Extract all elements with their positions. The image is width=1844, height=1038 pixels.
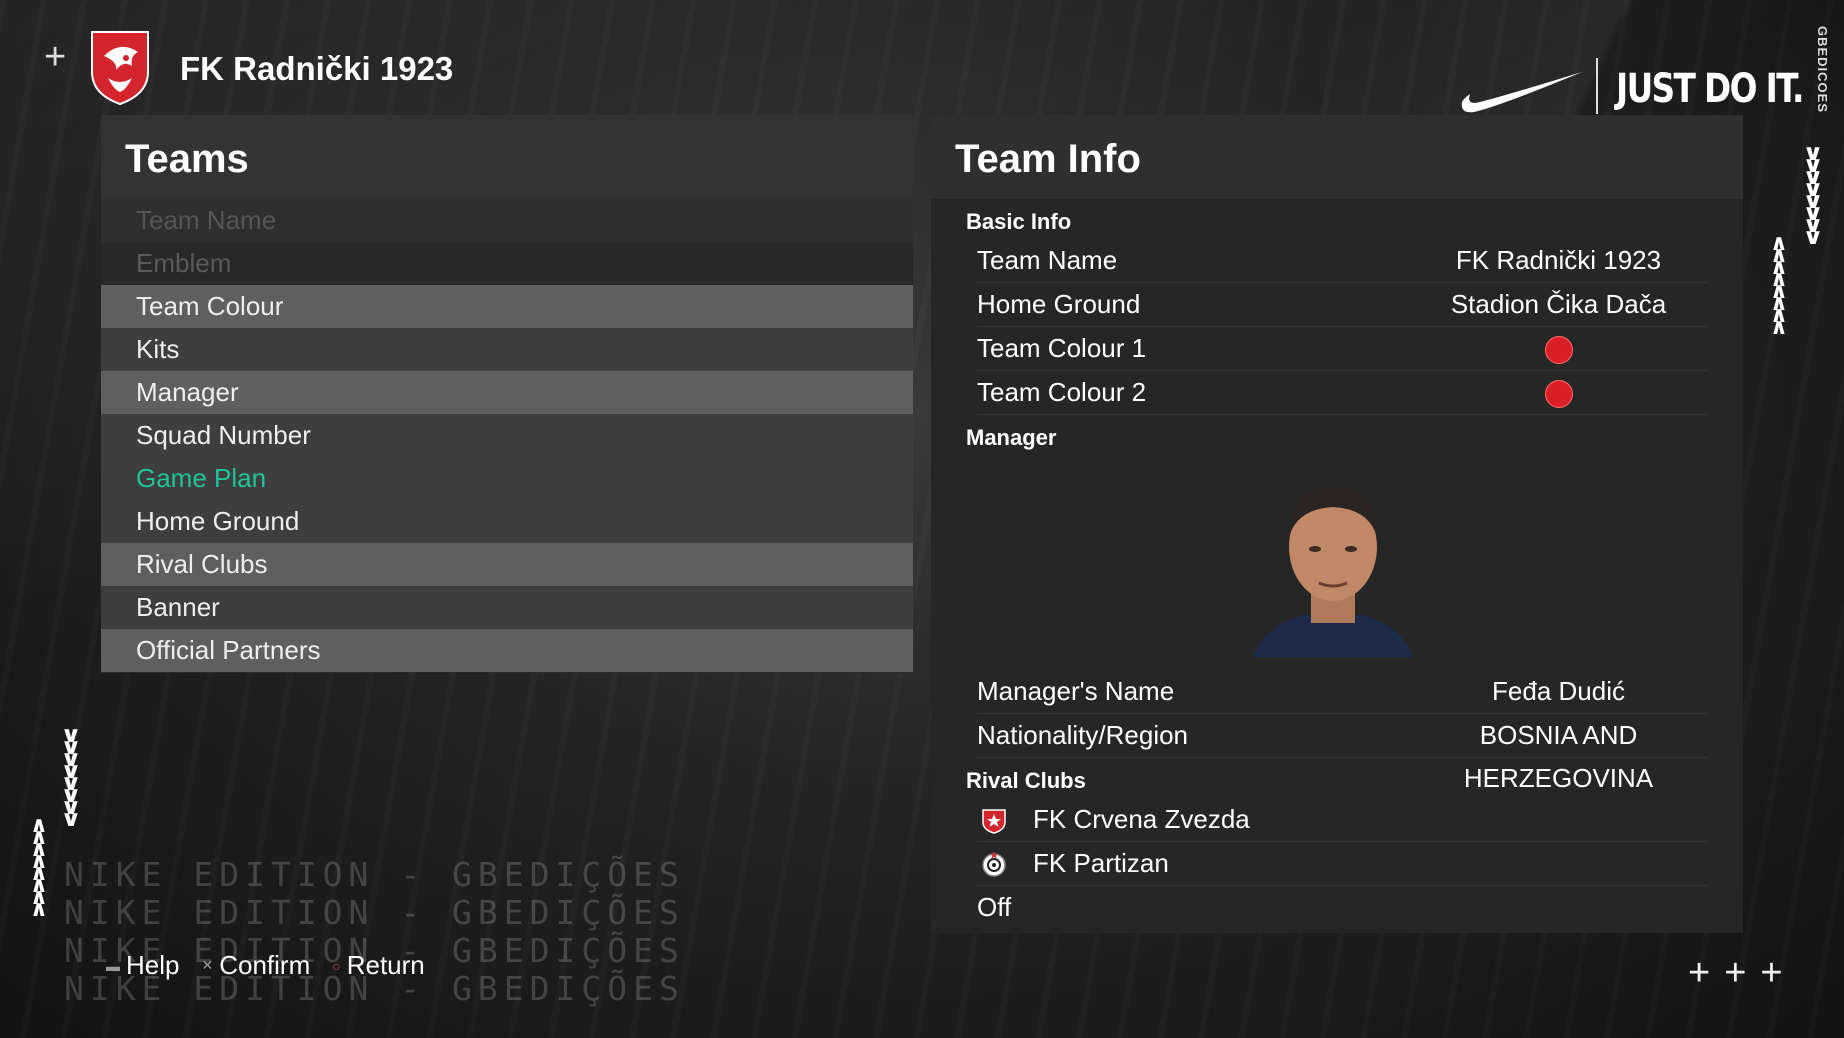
info-label: Team Colour 1 xyxy=(977,333,1147,363)
basic-info-heading: Basic Info xyxy=(966,209,1072,234)
circle-button-icon: ○ xyxy=(332,957,341,974)
info-value: FK Radnički 1923 xyxy=(1455,245,1662,275)
menu-item-team-colour[interactable]: Team Colour xyxy=(101,285,913,328)
menu-item-emblem[interactable]: Emblem xyxy=(101,242,913,285)
menu-item-team-name[interactable]: Team Name xyxy=(101,199,913,242)
info-value: BOSNIA AND HERZEGOVINA xyxy=(1463,720,1654,793)
info-label: Manager's Name xyxy=(977,676,1175,706)
team-colour-1-swatch xyxy=(1544,336,1573,365)
rival-club-name: FK Crvena Zvezda xyxy=(1033,804,1250,834)
footer-controls: ▬ Help ✕ Confirm ○ Return xyxy=(106,950,439,981)
manager-portrait-icon xyxy=(1253,487,1413,657)
info-row-team-colour-1: Team Colour 1 xyxy=(977,327,1708,371)
teams-panel: Teams Team Name Emblem Team Colour Kits … xyxy=(101,115,913,673)
info-label: Nationality/Region xyxy=(977,720,1189,750)
team-colour-2-swatch xyxy=(1544,380,1573,409)
info-label: Team Name xyxy=(977,245,1118,275)
partizan-crest-icon xyxy=(982,851,1006,877)
return-control[interactable]: ○ Return xyxy=(332,950,425,981)
info-row-nationality: Nationality/Region BOSNIA AND HERZEGOVIN… xyxy=(977,714,1708,793)
info-label: Home Ground xyxy=(977,289,1141,319)
menu-item-manager[interactable]: Manager xyxy=(101,371,913,414)
club-crest-icon xyxy=(91,31,149,106)
team-info-title: Team Info xyxy=(931,115,1743,199)
info-row-manager-name: Manager's Name Feđa Dudić xyxy=(977,670,1708,714)
info-value: Stadion Čika Dača xyxy=(1450,289,1667,319)
info-row-team-colour-2: Team Colour 2 xyxy=(977,371,1708,415)
teams-panel-title: Teams xyxy=(101,115,913,199)
menu-item-kits[interactable]: Kits xyxy=(101,328,913,371)
crvena-zvezda-crest-icon xyxy=(982,809,1006,834)
touchpad-icon: ▬ xyxy=(106,957,120,974)
cross-button-icon: ✕ xyxy=(201,957,214,973)
return-label: Return xyxy=(346,950,425,980)
team-info-panel: Team Info Basic Info Team Name FK Radnič… xyxy=(931,115,1743,933)
rival-club-name: FK Partizan xyxy=(1033,848,1169,878)
info-row-team-name: Team Name FK Radnički 1923 xyxy=(977,239,1708,283)
rival-club-row: FK Crvena Zvezda xyxy=(977,798,1708,842)
chevron-down-icon: ∨ ∨ ∨ ∨ ∨ ∨ ∨ ∨ xyxy=(1802,141,1824,250)
confirm-control[interactable]: ✕ Confirm xyxy=(201,950,310,981)
chevron-up-icon: ∧ ∧ ∧ ∧ ∧ ∧ ∧ ∧ xyxy=(30,813,48,922)
brand-divider xyxy=(1596,58,1598,114)
plus-icon: + xyxy=(44,36,67,78)
brand-vertical-text: GBEDICOES xyxy=(1815,26,1830,114)
menu-item-rival-clubs[interactable]: Rival Clubs xyxy=(101,543,913,586)
info-value: Feđa Dudić xyxy=(1492,676,1625,706)
confirm-label: Confirm xyxy=(219,950,311,980)
menu-item-home-ground[interactable]: Home Ground xyxy=(101,500,913,543)
edition-line: NIKE EDITION - GBEDIÇÕES xyxy=(64,855,685,894)
help-label: Help xyxy=(126,950,180,980)
manager-heading: Manager xyxy=(966,425,1057,450)
nike-swoosh-icon xyxy=(1461,72,1582,113)
brand-slogan: JUST DO IT. xyxy=(1616,66,1804,112)
team-title: FK Radnički 1923 xyxy=(180,50,454,87)
rival-club-row: FK Partizan xyxy=(977,842,1708,886)
info-label: Team Colour 2 xyxy=(977,377,1147,407)
edition-watermark: NIKE EDITION - GBEDIÇÕES NIKE EDITION - … xyxy=(64,856,685,1008)
chevron-down-icon: ∨ ∨ ∨ ∨ ∨ ∨ ∨ ∨ xyxy=(60,723,82,832)
menu-item-banner[interactable]: Banner xyxy=(101,586,913,629)
help-control[interactable]: ▬ Help xyxy=(106,950,179,981)
rival-status: Off xyxy=(977,892,1012,922)
menu-item-squad-number[interactable]: Squad Number xyxy=(101,414,913,457)
edition-line: NIKE EDITION - GBEDIÇÕES xyxy=(64,893,685,932)
info-row-home-ground: Home Ground Stadion Čika Dača xyxy=(977,283,1708,327)
menu-item-official-partners[interactable]: Official Partners xyxy=(101,629,913,672)
plus-decoration-icon: +++ xyxy=(1688,952,1797,994)
chevron-up-icon: ∧ ∧ ∧ ∧ ∧ ∧ ∧ ∧ xyxy=(1770,231,1788,340)
menu-item-game-plan[interactable]: Game Plan xyxy=(101,457,913,500)
